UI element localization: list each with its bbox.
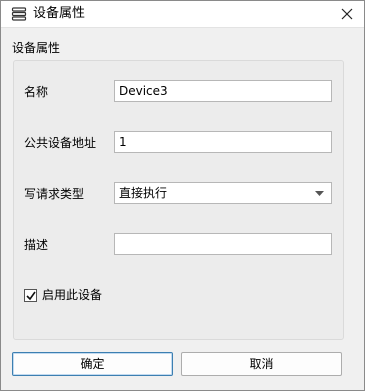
name-label: 名称 bbox=[24, 85, 49, 99]
section-title: 设备属性 bbox=[12, 41, 61, 55]
device-properties-dialog: 设备属性 设备属性 名称 公共设备地址 写请求类型 直接执行 描述 启用此 bbox=[0, 0, 365, 391]
window-title: 设备属性 bbox=[33, 6, 86, 21]
close-button[interactable] bbox=[330, 1, 364, 27]
address-label: 公共设备地址 bbox=[24, 136, 97, 150]
chevron-down-icon bbox=[315, 191, 324, 196]
address-field[interactable] bbox=[114, 131, 332, 153]
description-label: 描述 bbox=[24, 238, 49, 252]
list-icon bbox=[11, 6, 27, 22]
checkmark-icon bbox=[26, 291, 36, 301]
properties-group: 名称 公共设备地址 写请求类型 直接执行 描述 启用此设备 bbox=[13, 60, 344, 340]
description-field[interactable] bbox=[114, 233, 332, 255]
write-type-value: 直接执行 bbox=[119, 186, 168, 200]
write-type-label: 写请求类型 bbox=[24, 187, 85, 201]
enable-device-checkbox[interactable] bbox=[24, 289, 37, 302]
name-field[interactable] bbox=[114, 80, 332, 102]
enable-device-label[interactable]: 启用此设备 bbox=[42, 288, 102, 302]
close-icon bbox=[341, 8, 353, 20]
cancel-button[interactable]: 取消 bbox=[181, 352, 342, 376]
ok-button[interactable]: 确定 bbox=[12, 352, 173, 376]
write-type-select[interactable]: 直接执行 bbox=[114, 182, 332, 204]
title-bar: 设备属性 bbox=[1, 1, 364, 28]
